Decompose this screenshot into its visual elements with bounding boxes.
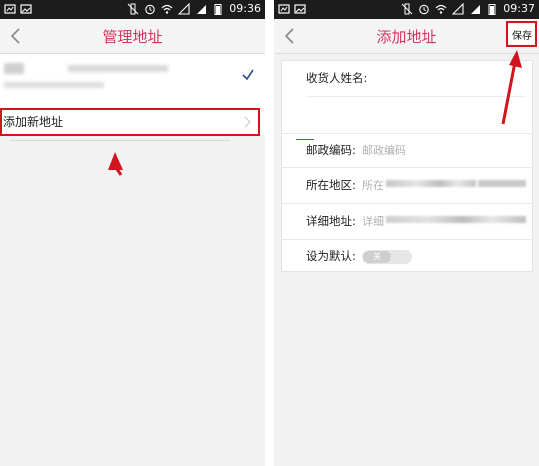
screen-gap: [265, 0, 274, 466]
manage-address-screen: 09:36 管理地址 添加新地址: [0, 0, 265, 466]
add-address-screen: 09:37 添加地址 保存 收货人姓名: 邮政编码: 邮政编码 所在地区: 所在…: [274, 0, 539, 466]
red-arrow-annotation: [501, 50, 522, 125]
red-arrow-annotation: [108, 152, 123, 176]
